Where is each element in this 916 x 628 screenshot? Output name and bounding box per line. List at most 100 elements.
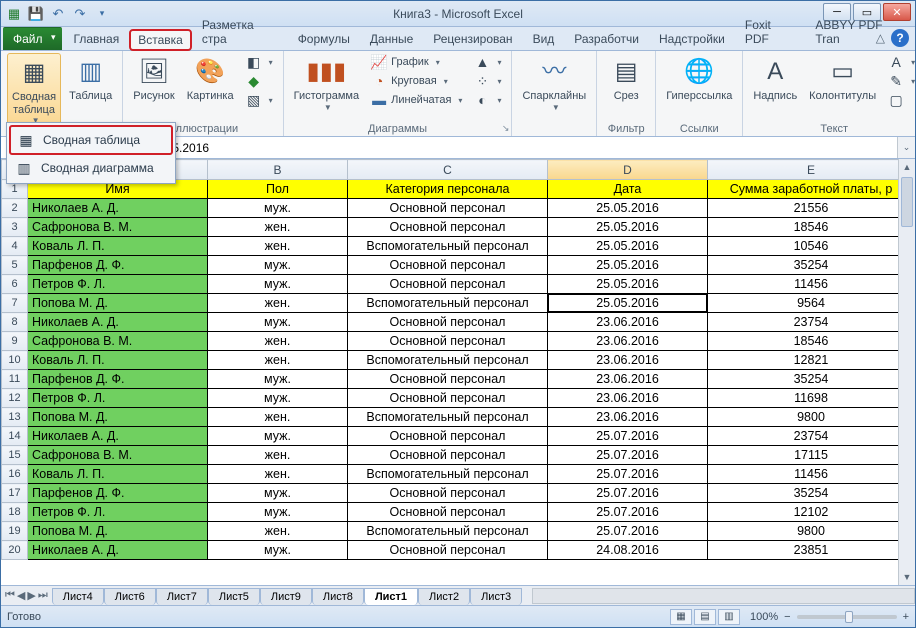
sheet-tab[interactable]: Лист1 <box>364 588 418 605</box>
scroll-up-icon[interactable]: ▲ <box>899 159 915 175</box>
row-header[interactable]: 10 <box>2 351 28 370</box>
cell[interactable]: Петров Ф. Л. <box>28 503 208 522</box>
cell[interactable]: 9564 <box>708 294 915 313</box>
row-header[interactable]: 9 <box>2 332 28 351</box>
sheet-tab[interactable]: Лист8 <box>312 588 364 605</box>
zoom-level[interactable]: 100% <box>750 611 778 623</box>
row-header[interactable]: 5 <box>2 256 28 275</box>
sheet-tab[interactable]: Лист6 <box>104 588 156 605</box>
chart-line-button[interactable]: 📈График▾ <box>367 53 466 71</box>
sparklines-button[interactable]: 〰 Спарклайны ▼ <box>518 53 590 112</box>
screenshot-button[interactable]: ▧▾ <box>242 91 277 109</box>
cell[interactable]: Основной персонал <box>348 427 548 446</box>
cell[interactable]: 25.05.2016 <box>548 199 708 218</box>
cell[interactable]: Основной персонал <box>348 332 548 351</box>
hyperlink-button[interactable]: 🌐 Гиперссылка <box>662 53 736 103</box>
shapes-button[interactable]: ◧▾ <box>242 53 277 71</box>
cell[interactable]: Основной персонал <box>348 275 548 294</box>
horizontal-scrollbar[interactable] <box>532 588 915 604</box>
view-normal-button[interactable]: ▦ <box>670 609 692 625</box>
row-header[interactable]: 4 <box>2 237 28 256</box>
cell[interactable]: 12102 <box>708 503 915 522</box>
tab-data[interactable]: Данные <box>360 27 423 50</box>
qat-customize-icon[interactable]: ▾ <box>93 5 111 23</box>
tab-formulas[interactable]: Формулы <box>288 27 360 50</box>
cell[interactable]: жен. <box>208 218 348 237</box>
cell[interactable]: 25.05.2016 <box>548 218 708 237</box>
cell[interactable]: Попова М. Д. <box>28 294 208 313</box>
cell[interactable]: Основной персонал <box>348 218 548 237</box>
cell[interactable]: 23.06.2016 <box>548 370 708 389</box>
cell[interactable]: Сафронова В. М. <box>28 332 208 351</box>
cell[interactable]: жен. <box>208 522 348 541</box>
cell[interactable]: Николаев А. Д. <box>28 427 208 446</box>
cell[interactable]: Вспомогательный персонал <box>348 522 548 541</box>
row-header[interactable]: 7 <box>2 294 28 313</box>
chart-bar-button[interactable]: ▬Линейчатая▾ <box>367 91 466 109</box>
charts-launcher-icon[interactable]: ↘ <box>502 123 510 134</box>
cell[interactable]: 9800 <box>708 522 915 541</box>
zoom-slider[interactable] <box>797 615 897 619</box>
row-header[interactable]: 13 <box>2 408 28 427</box>
sheet-nav-last-icon[interactable]: ⏭ <box>38 589 48 602</box>
cell[interactable]: Николаев А. Д. <box>28 313 208 332</box>
cell[interactable]: Основной персонал <box>348 389 548 408</box>
cell[interactable]: 21556 <box>708 199 915 218</box>
cell[interactable]: муж. <box>208 370 348 389</box>
sheet-nav-first-icon[interactable]: ⏮ <box>5 589 15 602</box>
cell[interactable]: муж. <box>208 275 348 294</box>
row-header[interactable]: 3 <box>2 218 28 237</box>
cell[interactable]: 23.06.2016 <box>548 332 708 351</box>
sheet-tab[interactable]: Лист7 <box>156 588 208 605</box>
cell[interactable]: 23851 <box>708 541 915 560</box>
smartart-button[interactable]: ◆ <box>242 72 277 90</box>
cell[interactable]: жен. <box>208 446 348 465</box>
tab-addins[interactable]: Надстройки <box>649 27 735 50</box>
col-header-d[interactable]: D <box>548 160 708 180</box>
cell[interactable]: Категория персонала <box>348 180 548 199</box>
headerfooter-button[interactable]: ▭ Колонтитулы <box>805 53 880 103</box>
cell[interactable]: муж. <box>208 389 348 408</box>
cell[interactable]: 11698 <box>708 389 915 408</box>
picture-button[interactable]: 🖼 Рисунок <box>129 53 179 103</box>
cell[interactable]: 25.07.2016 <box>548 484 708 503</box>
wordart-button[interactable]: A▾ <box>884 53 916 71</box>
object-button[interactable]: ▢ <box>884 91 916 109</box>
cell[interactable]: Вспомогательный персонал <box>348 237 548 256</box>
scroll-thumb[interactable] <box>901 177 913 227</box>
cell[interactable]: 25.07.2016 <box>548 465 708 484</box>
cell[interactable]: Сафронова В. М. <box>28 446 208 465</box>
chart-other-button[interactable]: ◐▾ <box>470 91 505 109</box>
cell[interactable]: жен. <box>208 294 348 313</box>
cell[interactable]: 17115 <box>708 446 915 465</box>
row-header[interactable]: 15 <box>2 446 28 465</box>
cell[interactable]: 25.07.2016 <box>548 427 708 446</box>
undo-icon[interactable]: ↶ <box>49 5 67 23</box>
cell[interactable]: 11456 <box>708 465 915 484</box>
tab-home[interactable]: Главная <box>64 27 130 50</box>
cell[interactable]: Парфенов Д. Ф. <box>28 484 208 503</box>
sheet-nav-next-icon[interactable]: ▶ <box>27 589 35 602</box>
cell[interactable]: Сафронова В. М. <box>28 218 208 237</box>
row-header[interactable]: 12 <box>2 389 28 408</box>
col-header-b[interactable]: B <box>208 160 348 180</box>
cell[interactable]: 18546 <box>708 332 915 351</box>
formula-expand-icon[interactable]: ⌄ <box>897 137 915 158</box>
col-header-e[interactable]: E <box>708 160 915 180</box>
chart-area-button[interactable]: ▲▾ <box>470 53 505 71</box>
pivottable-button[interactable]: ▦ Сводная таблица ▼ <box>7 53 61 126</box>
signature-button[interactable]: ✎▾ <box>884 72 916 90</box>
save-icon[interactable]: 💾 <box>27 5 45 23</box>
sheet-nav-prev-icon[interactable]: ◀ <box>17 589 25 602</box>
clipart-button[interactable]: 🎨 Картинка <box>183 53 238 103</box>
row-header[interactable]: 2 <box>2 199 28 218</box>
cell[interactable]: жен. <box>208 465 348 484</box>
row-header[interactable]: 20 <box>2 541 28 560</box>
cell[interactable]: Основной персонал <box>348 370 548 389</box>
menu-pivotchart[interactable]: ▥ Сводная диаграмма <box>9 155 173 181</box>
cell[interactable]: муж. <box>208 199 348 218</box>
tab-foxit[interactable]: Foxit PDF <box>735 13 806 50</box>
cell[interactable]: Попова М. Д. <box>28 408 208 427</box>
cell[interactable]: Основной персонал <box>348 256 548 275</box>
cell[interactable]: Основной персонал <box>348 541 548 560</box>
